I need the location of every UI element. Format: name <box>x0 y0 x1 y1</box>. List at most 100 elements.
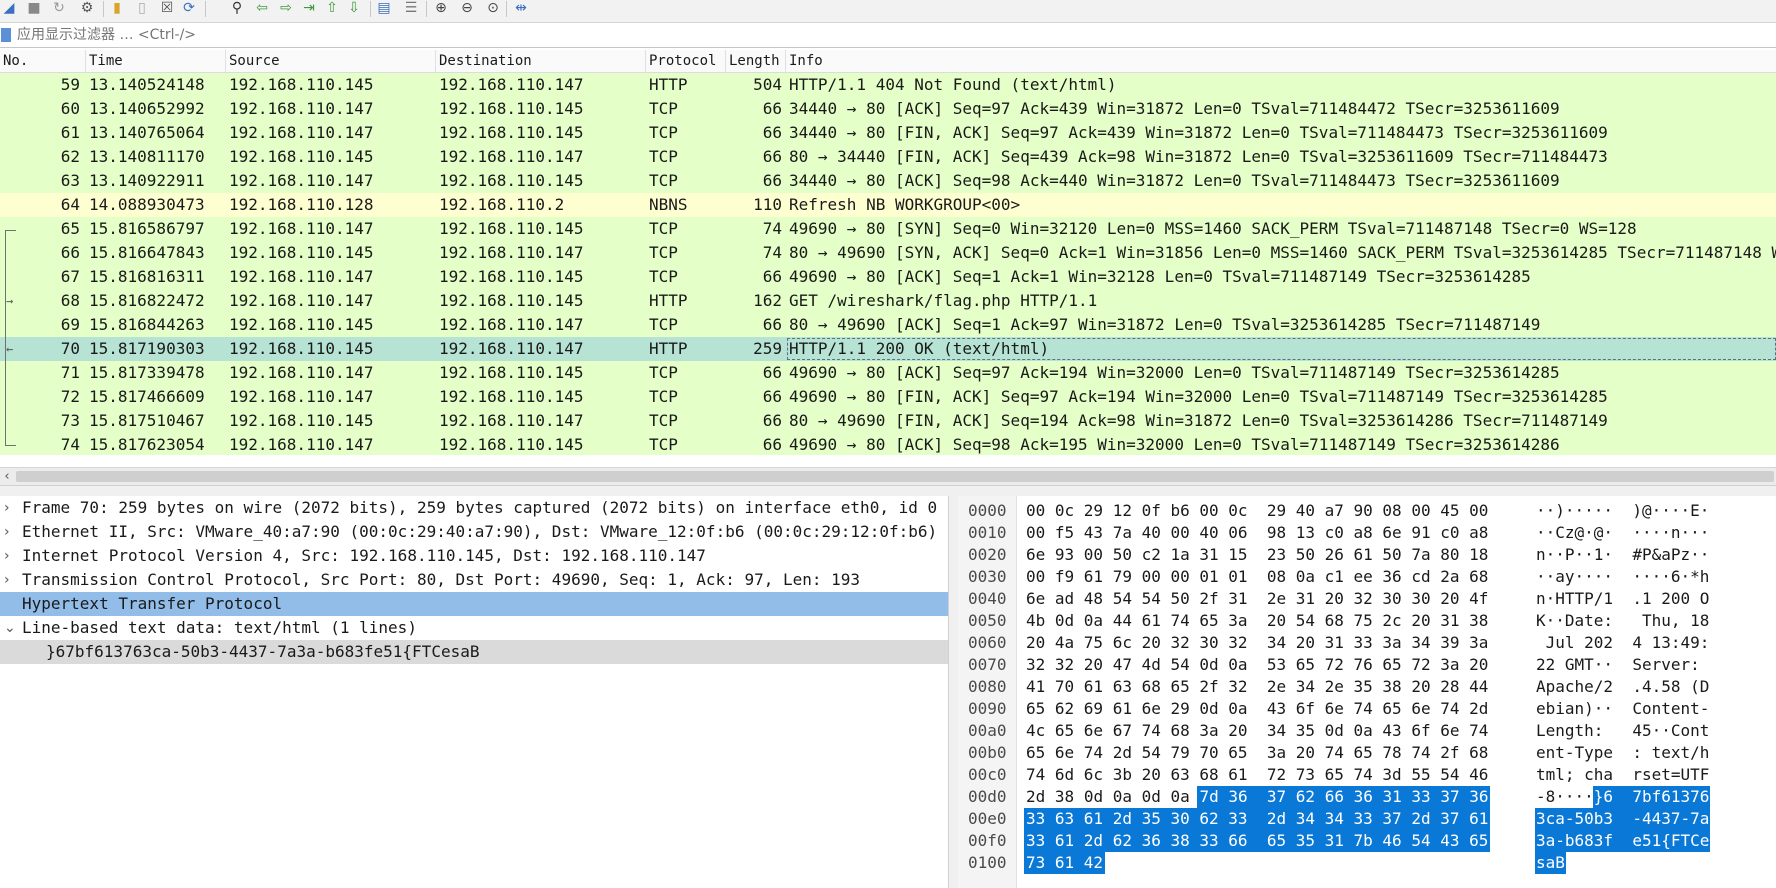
detail-tree-row[interactable]: › Internet Protocol Version 4, Src: 192.1… <box>0 544 948 568</box>
ascii-bytes[interactable]: saB <box>1536 852 1565 874</box>
packet-row[interactable]: 62 13.140811170 192.168.110.145 192.168.110… <box>0 145 1776 169</box>
packet-row[interactable]: 70 15.817190303 192.168.110.145 192.168.110… <box>0 337 1776 361</box>
hex-bytes[interactable]: 33 63 61 2d 35 30 62 33 2d 34 34 33 37 2… <box>1026 808 1488 830</box>
packet-row[interactable]: 60 13.140652992 192.168.110.147 192.168.110… <box>0 97 1776 121</box>
packet-row[interactable]: 64 14.088930473 192.168.110.128 192.168.110… <box>0 193 1776 217</box>
shark-fin-icon[interactable]: ◢ <box>0 0 18 17</box>
resize-columns-icon[interactable]: ⇹ <box>512 0 530 17</box>
hex-bytes[interactable]: 2d 38 0d 0a 0d 0a 7d 36 37 62 66 36 31 3… <box>1026 786 1488 808</box>
first-packet-icon[interactable]: ⇧ <box>323 0 341 17</box>
hex-bytes[interactable]: 00 f9 61 79 00 00 01 01 08 0a c1 ee 36 c… <box>1026 566 1488 588</box>
hex-bytes[interactable]: 65 6e 74 2d 54 79 70 65 3a 20 74 65 78 7… <box>1026 742 1488 764</box>
filter-bookmark-icon[interactable] <box>1 28 11 42</box>
column-header-source[interactable]: Source <box>226 50 436 72</box>
stop-icon[interactable]: ■ <box>25 0 43 17</box>
hex-bytes[interactable]: 4c 65 6e 67 74 68 3a 20 34 35 0d 0a 43 6… <box>1026 720 1488 742</box>
ascii-bytes[interactable]: 22 GMT·· Server: <box>1536 654 1709 676</box>
ascii-bytes[interactable]: tml; cha rset=UTF <box>1536 764 1709 786</box>
zoom-normal-icon[interactable]: ⊙ <box>484 0 502 17</box>
packet-row[interactable]: 74 15.817623054 192.168.110.147 192.168.110… <box>0 433 1776 455</box>
zoom-in-icon[interactable]: ⊕ <box>432 0 450 17</box>
packet-row[interactable]: 63 13.140922911 192.168.110.147 192.168.110… <box>0 169 1776 193</box>
restart-icon[interactable]: ↻ <box>50 0 68 17</box>
collapsed-chevron-icon[interactable]: › <box>4 568 16 592</box>
packet-row[interactable]: 66 15.816647843 192.168.110.145 192.168.110… <box>0 241 1776 265</box>
hex-bytes[interactable]: 4b 0d 0a 44 61 74 65 3a 20 54 68 75 2c 2… <box>1026 610 1488 632</box>
hex-bytes[interactable]: 32 32 20 47 4d 54 0d 0a 53 65 72 76 65 7… <box>1026 654 1488 676</box>
column-header-protocol[interactable]: Protocol <box>646 50 726 72</box>
packet-details-tree[interactable]: › Frame 70: 259 bytes on wire (2072 bits)… <box>0 496 948 888</box>
column-header-no[interactable]: No. <box>0 50 86 72</box>
colorize-icon[interactable]: ☰ <box>402 0 420 17</box>
autoscroll-icon[interactable]: ▤ <box>375 0 393 17</box>
detail-leaf-row[interactable]: }67bf613763ca-50b3-4437-7a3a-b683fe51{FT… <box>0 640 948 664</box>
hex-bytes[interactable]: 65 62 69 61 6e 29 0d 0a 43 6f 6e 74 65 6… <box>1026 698 1488 720</box>
hscroll-thumb[interactable] <box>16 471 1774 482</box>
packet-row[interactable]: 61 13.140765064 192.168.110.147 192.168.110… <box>0 121 1776 145</box>
ascii-bytes[interactable]: Jul 202 4 13:49: <box>1536 632 1710 654</box>
hex-bytes[interactable]: 00 f5 43 7a 40 00 40 06 98 13 c0 a8 6e 9… <box>1026 522 1488 544</box>
forward-arrow-icon[interactable]: ⇨ <box>277 0 295 17</box>
collapsed-chevron-icon[interactable]: › <box>4 520 16 544</box>
packet-row[interactable]: 65 15.816586797 192.168.110.147 192.168.110… <box>0 217 1776 241</box>
ascii-bytes[interactable]: ··Cz@·@· ····n··· <box>1536 522 1709 544</box>
ascii-bytes[interactable]: ··)····· )@····E· <box>1536 500 1709 522</box>
close-file-icon[interactable]: ☒ <box>158 0 176 17</box>
collapsed-chevron-icon[interactable]: › <box>4 544 16 568</box>
toolbar-separator <box>370 1 371 17</box>
packet-row[interactable]: 59 13.140524148 192.168.110.145 192.168.110… <box>0 73 1776 97</box>
ascii-bytes[interactable]: ent-Type : text/h <box>1536 742 1709 764</box>
hex-bytes[interactable]: 6e ad 48 54 54 50 2f 31 2e 31 20 32 30 3… <box>1026 588 1488 610</box>
hex-bytes[interactable]: 74 6d 6c 3b 20 63 68 61 72 73 65 74 3d 5… <box>1026 764 1488 786</box>
back-arrow-icon[interactable]: ⇦ <box>253 0 271 17</box>
packet-row[interactable]: 73 15.817510467 192.168.110.145 192.168.110… <box>0 409 1776 433</box>
ascii-bytes[interactable]: K··Date: Thu, 18 <box>1536 610 1709 632</box>
goto-packet-icon[interactable]: ⇥ <box>300 0 318 17</box>
expanded-chevron-icon[interactable]: ⌄ <box>4 616 16 640</box>
find-icon[interactable]: ⚲ <box>228 0 246 17</box>
packet-list-hscrollbar[interactable]: ‹ <box>0 467 1776 485</box>
column-header-time[interactable]: Time <box>86 50 226 72</box>
ascii-bytes[interactable]: -8····}6 7bf61376 <box>1536 786 1709 808</box>
hex-bytes[interactable]: 6e 93 00 50 c2 1a 31 15 23 50 26 61 50 7… <box>1026 544 1488 566</box>
detail-tree-row[interactable]: › Frame 70: 259 bytes on wire (2072 bits)… <box>0 496 948 520</box>
ascii-bytes[interactable]: ··ay···· ····6·*h <box>1536 566 1709 588</box>
packet-row[interactable]: 71 15.817339478 192.168.110.147 192.168.110… <box>0 361 1776 385</box>
collapsed-chevron-icon[interactable]: › <box>4 496 16 520</box>
ascii-bytes[interactable]: Apache/2 .4.58 (D <box>1536 676 1709 698</box>
ascii-bytes[interactable]: n·HTTP/1 .1 200 O <box>1536 588 1709 610</box>
display-filter-input[interactable] <box>17 24 1776 46</box>
reload-icon[interactable]: ⟳ <box>180 0 198 17</box>
last-packet-icon[interactable]: ⇩ <box>345 0 363 17</box>
column-header-info[interactable]: Info <box>786 50 1776 72</box>
ascii-bytes[interactable]: 3a-b683f e51{FTCe <box>1536 830 1709 852</box>
ascii-bytes[interactable]: Length: 45··Cont <box>1536 720 1709 742</box>
detail-tree-row[interactable]: ⌄ Line-based text data: text/html (1 line… <box>0 616 948 640</box>
toolbar-separator <box>506 1 507 17</box>
packet-row[interactable]: 67 15.816816311 192.168.110.147 192.168.110… <box>0 265 1776 289</box>
detail-tree-row[interactable]: › Transmission Control Protocol, Src Port… <box>0 568 948 592</box>
open-folder-icon[interactable]: ▮ <box>108 0 126 17</box>
hex-bytes[interactable]: 73 61 42 <box>1026 852 1103 874</box>
hex-bytes[interactable]: 00 0c 29 12 0f b6 00 0c 29 40 a7 90 08 0… <box>1026 500 1488 522</box>
options-gear-icon[interactable]: ⚙ <box>78 0 96 17</box>
column-header-length[interactable]: Length <box>726 50 786 72</box>
packet-list[interactable]: 59 13.140524148 192.168.110.145 192.168.110… <box>0 73 1776 455</box>
packet-row[interactable]: 68 15.816822472 192.168.110.147 192.168.110… <box>0 289 1776 313</box>
detail-tree-row[interactable]: › Ethernet II, Src: VMware_40:a7:90 (00:0… <box>0 520 948 544</box>
packet-row[interactable]: 72 15.817466609 192.168.110.147 192.168.110… <box>0 385 1776 409</box>
file-icon[interactable]: ▯ <box>133 0 151 17</box>
ascii-bytes[interactable]: n··P··1· #P&aPz·· <box>1536 544 1709 566</box>
hex-bytes[interactable]: 41 70 61 63 68 65 2f 32 2e 34 2e 35 38 2… <box>1026 676 1488 698</box>
packet-info: 80 → 49690 [ACK] Seq=1 Ack=97 Win=31872 … <box>789 315 1541 334</box>
packet-bytes-pane[interactable]: 0000 00 0c 29 12 0f b6 00 0c 29 40 a7 90 … <box>958 496 1776 888</box>
hex-bytes[interactable]: 20 4a 75 6c 20 32 30 32 34 20 31 33 3a 3… <box>1026 632 1488 654</box>
column-header-destination[interactable]: Destination <box>436 50 646 72</box>
ascii-bytes[interactable]: 3ca-50b3 -4437-7a <box>1536 808 1709 830</box>
zoom-out-icon[interactable]: ⊖ <box>458 0 476 17</box>
scroll-left-icon[interactable]: ‹ <box>0 468 14 485</box>
hex-bytes[interactable]: 33 61 2d 62 36 38 33 66 65 35 31 7b 46 5… <box>1026 830 1488 852</box>
detail-tree-row[interactable]: Hypertext Transfer Protocol <box>0 592 948 616</box>
ascii-bytes[interactable]: ebian)·· Content- <box>1536 698 1709 720</box>
packet-row[interactable]: 69 15.816844263 192.168.110.145 192.168.110… <box>0 313 1776 337</box>
